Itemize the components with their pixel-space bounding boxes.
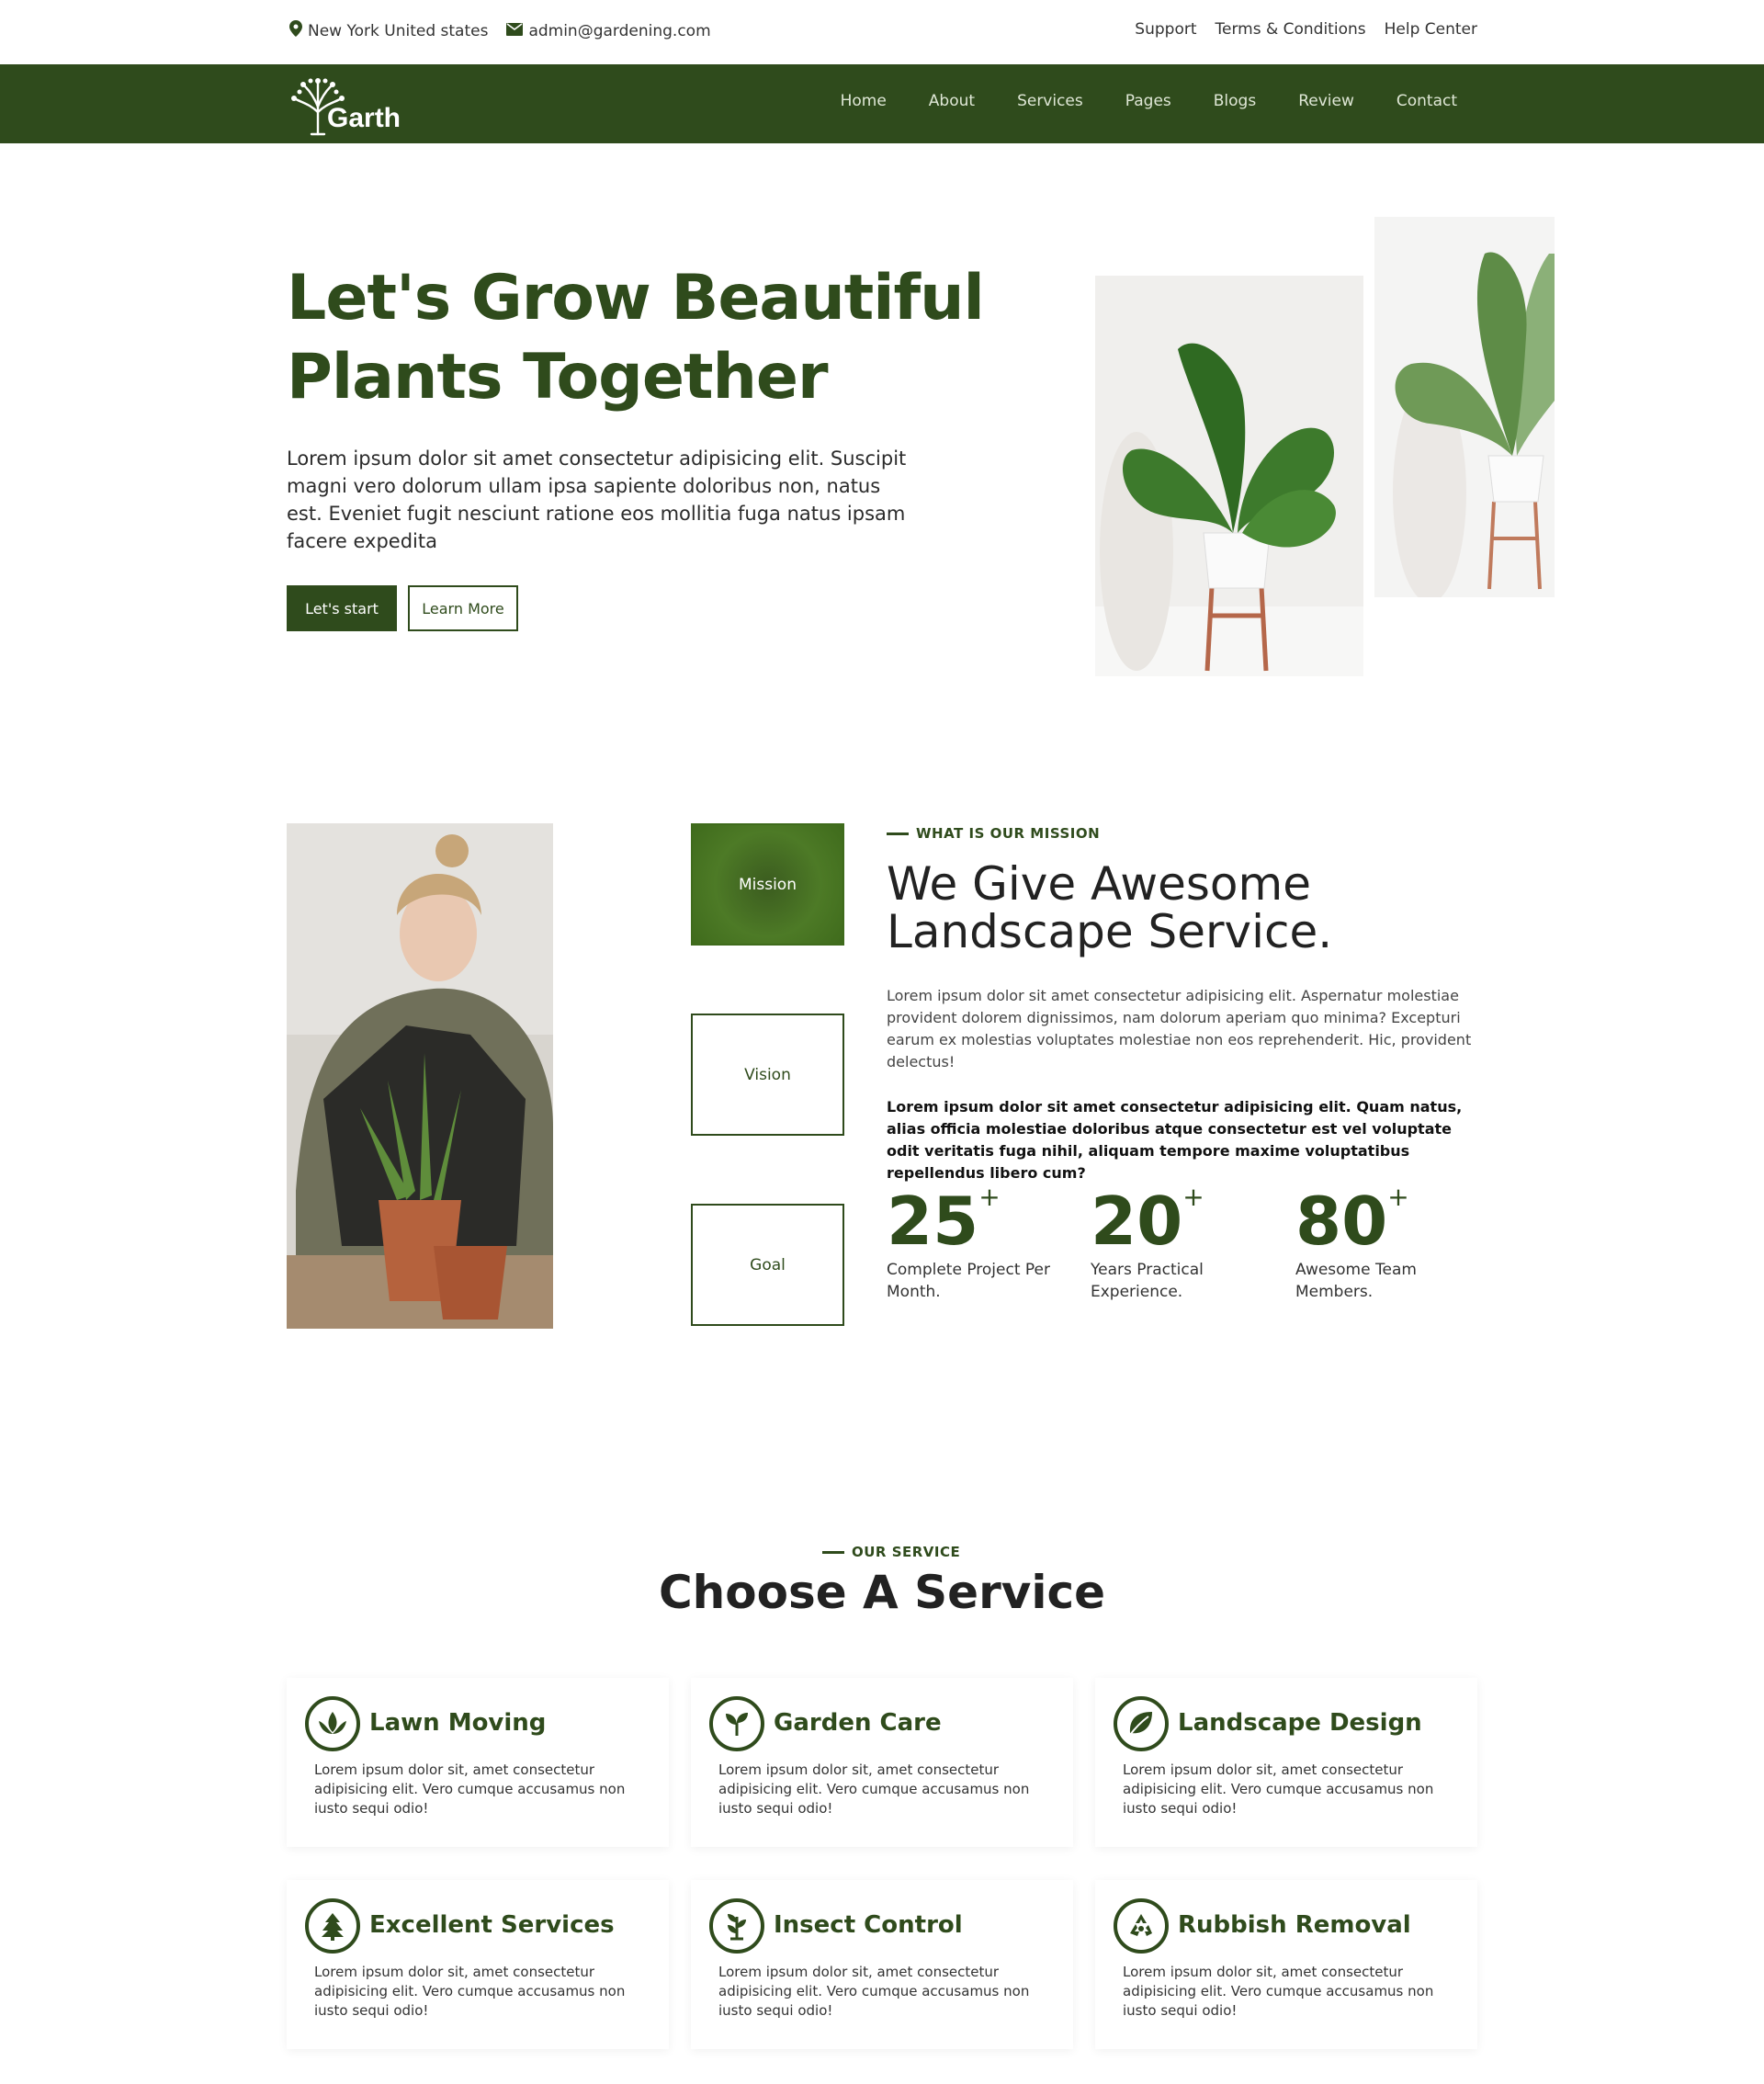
service-kicker: OUR SERVICE [822,1544,960,1560]
lotus-icon [305,1696,360,1751]
stat-years-label: Years Practical Experience. [1091,1261,1204,1301]
main-nav: Garth Home About Services Pages Blogs Re… [0,64,1764,143]
service-card-text: Lorem ipsum dolor sit, amet consectetur … [314,1964,626,2019]
kicker-bar [822,1550,844,1554]
tab-mission[interactable]: Mission [691,823,844,946]
nav-menu: Home About Services Pages Blogs Review C… [841,92,1457,110]
hero-title: Let's Grow Beautiful Plants Together [287,259,1022,417]
nav-item-contact[interactable]: Contact [1396,92,1457,110]
stat-projects: 25+ Complete Project Per Month. [887,1182,1070,1303]
mission-title-line1: We Give Awesome [887,857,1311,911]
location-text: New York United states [308,21,489,40]
hero-title-line2: Plants Together [287,341,829,413]
sprout-icon [709,1696,764,1751]
recycle-icon [1114,1898,1169,1954]
top-links: Support Terms & Conditions Help Center [1135,20,1477,39]
stat-team-label: Awesome Team Members. [1295,1261,1417,1301]
nav-item-review[interactable]: Review [1298,92,1354,110]
mission-title: We Give Awesome Landscape Service. [887,860,1475,956]
stat-projects-label: Complete Project Per Month. [887,1261,1050,1301]
service-card-title: Landscape Design [1178,1709,1422,1737]
email-item[interactable]: admin@gardening.com [506,22,711,40]
hero-title-line1: Let's Grow Beautiful [287,262,985,334]
nav-item-pages[interactable]: Pages [1125,92,1171,110]
mission-kicker: WHAT IS OUR MISSION [887,825,1100,842]
stat-team-value: 80 [1295,1183,1388,1260]
service-card-text: Lorem ipsum dolor sit, amet consectetur … [314,1761,626,1817]
mission-title-line2: Landscape Service. [887,905,1333,958]
service-card-insect-control[interactable]: Insect Control Lorem ipsum dolor sit, am… [691,1880,1073,2049]
nav-item-services[interactable]: Services [1017,92,1083,110]
service-card-garden-care[interactable]: Garden Care Lorem ipsum dolor sit, amet … [691,1678,1073,1847]
monstera-plant-image [1095,276,1363,676]
service-card-title: Rubbish Removal [1178,1911,1411,1939]
stat-team-plus: + [1387,1182,1409,1212]
tab-vision[interactable]: Vision [691,1014,844,1136]
link-terms[interactable]: Terms & Conditions [1216,20,1366,39]
stat-projects-plus: + [978,1182,1001,1212]
envelope-icon [506,22,524,40]
link-support[interactable]: Support [1135,20,1196,39]
service-card-text: Lorem ipsum dolor sit, amet consectetur … [1123,1761,1434,1817]
service-card-rubbish-removal[interactable]: Rubbish Removal Lorem ipsum dolor sit, a… [1095,1880,1477,2049]
stat-years: 20+ Years Practical Experience. [1091,1182,1274,1303]
lets-start-button[interactable]: Let's start [287,585,397,631]
learn-more-button[interactable]: Learn More [408,585,518,631]
map-pin-icon [289,20,302,41]
tree-icon [305,1898,360,1954]
location-item: New York United states [289,20,488,41]
mission-bold-paragraph: Lorem ipsum dolor sit amet consectetur a… [887,1098,1463,1182]
stat-projects-value: 25 [887,1183,979,1260]
service-card-lawn-moving[interactable]: Lawn Moving Lorem ipsum dolor sit, amet … [287,1678,669,1847]
mission-paragraph: Lorem ipsum dolor sit amet consectetur a… [887,987,1472,1070]
stat-years-plus: + [1182,1182,1204,1212]
service-card-landscape-design[interactable]: Landscape Design Lorem ipsum dolor sit, … [1095,1678,1477,1847]
nav-item-about[interactable]: About [929,92,975,110]
hero-text: Lorem ipsum dolor sit amet consectetur a… [287,447,907,552]
top-bar: New York United states admin@gardening.c… [0,0,1764,64]
link-help-center[interactable]: Help Center [1385,20,1477,39]
monstera-plant-image-2 [1374,217,1555,597]
gardener-woman-image [287,823,553,1329]
logo-text[interactable]: Garth [327,103,401,134]
nav-item-home[interactable]: Home [841,92,887,110]
stat-team: 80+ Awesome Team Members. [1295,1182,1479,1303]
nav-item-blogs[interactable]: Blogs [1214,92,1256,110]
tab-goal[interactable]: Goal [691,1204,844,1326]
contact-info: New York United states admin@gardening.c… [289,20,711,41]
services-title: Choose A Service [658,1566,1106,1619]
leaf-icon [1114,1696,1169,1751]
service-card-excellent-services[interactable]: Excellent Services Lorem ipsum dolor sit… [287,1880,669,2049]
plant-icon [709,1898,764,1954]
service-card-text: Lorem ipsum dolor sit, amet consectetur … [1123,1964,1434,2019]
service-card-title: Lawn Moving [369,1709,547,1737]
service-kicker-text: OUR SERVICE [852,1544,961,1560]
stat-years-value: 20 [1091,1183,1183,1260]
service-card-title: Garden Care [774,1709,942,1737]
service-card-title: Insect Control [774,1911,963,1939]
service-card-text: Lorem ipsum dolor sit, amet consectetur … [718,1761,1030,1817]
service-card-title: Excellent Services [369,1911,615,1939]
email-text[interactable]: admin@gardening.com [528,22,710,40]
mission-kicker-text: WHAT IS OUR MISSION [916,825,1101,842]
kicker-bar [887,832,909,835]
service-card-text: Lorem ipsum dolor sit, amet consectetur … [718,1964,1030,2019]
